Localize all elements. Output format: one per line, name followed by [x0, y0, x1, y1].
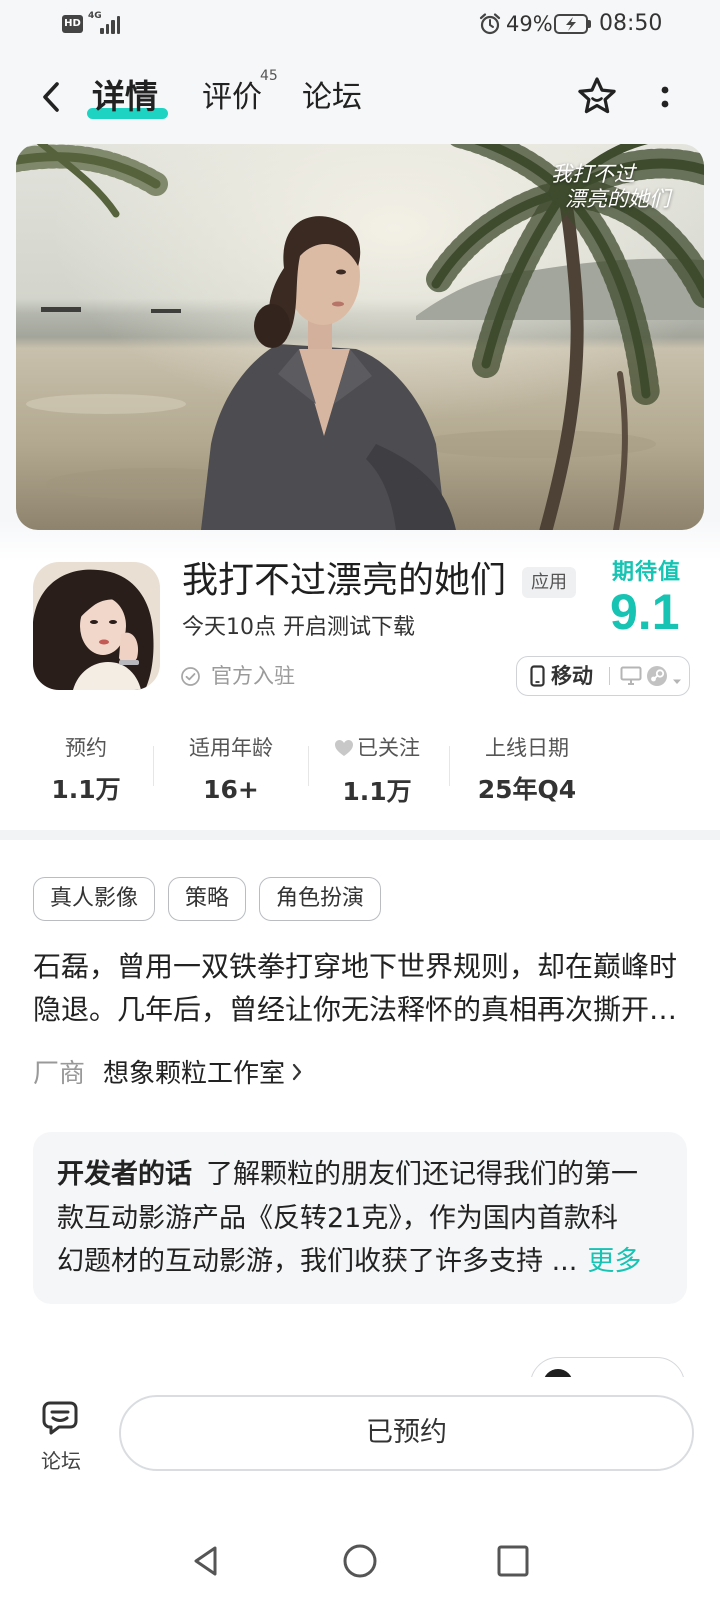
chat-bubble-icon[interactable]: [41, 1398, 81, 1438]
app-type-badge: 应用: [522, 567, 576, 598]
banner-image[interactable]: 我打不过 漂亮的她们: [16, 144, 704, 530]
logo-line-2: 漂亮的她们: [565, 187, 670, 211]
stat-age-rating[interactable]: 适用年龄 16+: [166, 734, 296, 806]
app-title: 我打不过漂亮的她们: [182, 560, 507, 601]
battery-nub: [588, 20, 591, 28]
stat-value: 1.1万: [51, 775, 121, 804]
reserved-button[interactable]: 已预约: [119, 1395, 694, 1471]
developer-note-line: 幻题材的互动影游，我们收获了许多支持 ... 更多: [57, 1240, 665, 1284]
steam-icon: [646, 665, 668, 691]
logo-line-1: 我打不过: [551, 162, 635, 186]
tab-details[interactable]: 详情: [92, 75, 158, 119]
phone-icon: [530, 665, 545, 691]
developer-note-line: 开发者的话 了解颗粒的朋友们还记得我们的第一: [57, 1153, 665, 1197]
desktop-icon: [620, 666, 642, 690]
stat-reservations: 预约 1.1万: [21, 734, 151, 806]
stat-release-date: 上线日期 25年Q4: [462, 734, 592, 806]
more-link[interactable]: 更多: [587, 1246, 641, 1277]
description-line: 隐退。几年后，曾经让你无法释怀的真相再次撕开…: [33, 993, 678, 1026]
battery-percent: 49%: [506, 12, 553, 36]
vendor-name[interactable]: 想象颗粒工作室: [103, 1054, 285, 1094]
platform-mobile-label: 移动: [551, 664, 593, 688]
more-vertical-icon[interactable]: [657, 80, 673, 114]
vendor-label: 厂商: [33, 1059, 86, 1089]
tag-item[interactable]: 角色扮演: [259, 877, 382, 921]
chevron-left-icon[interactable]: [38, 80, 66, 114]
developer-note-label: 开发者的话: [57, 1159, 192, 1190]
game-logo: 我打不过 漂亮的她们: [551, 162, 670, 212]
forum-label[interactable]: 论坛: [31, 1447, 91, 1475]
alarm-icon: [478, 12, 502, 36]
developer-note-text: 幻题材的互动影游，我们收获了许多支持 ...: [57, 1246, 578, 1277]
nav-back-icon[interactable]: [188, 1543, 224, 1579]
game-description[interactable]: 石磊，曾用一双铁拳打穿地下世界规则，却在巅峰时 隐退。几年后，曾经让你无法释怀的…: [33, 945, 703, 1031]
vendor-row[interactable]: 厂商 想象颗粒工作室: [33, 1054, 303, 1094]
battery-charging-icon: [554, 14, 588, 34]
stat-label: 适用年龄: [189, 736, 273, 760]
platform-selector[interactable]: 移动: [516, 656, 690, 696]
app-icon[interactable]: [33, 562, 160, 690]
nav-recents-icon[interactable]: [495, 1543, 531, 1579]
developer-note-text: 了解颗粒的朋友们还记得我们的第一: [206, 1159, 638, 1190]
expectation-score: 9.1: [610, 584, 680, 640]
stat-label: 预约: [65, 736, 107, 760]
stat-divider: [308, 746, 309, 786]
hd-voice-icon: HD: [62, 15, 83, 33]
platform-divider: [609, 667, 610, 685]
tab-reviews[interactable]: 评价: [202, 76, 262, 120]
star-icon[interactable]: [576, 75, 618, 117]
chevron-down-icon: [672, 671, 682, 690]
stat-divider: [449, 746, 450, 786]
signal-icon: [100, 14, 124, 34]
stat-label: 已关注: [357, 736, 420, 760]
section-separator: [0, 830, 720, 840]
stat-value: 1.1万: [342, 777, 412, 806]
stat-label: 上线日期: [485, 736, 569, 760]
clock: 08:50: [599, 11, 663, 36]
stat-value: 16+: [203, 775, 259, 804]
chevron-right-icon: [291, 1054, 303, 1094]
reviews-count-badge: 45: [260, 68, 278, 84]
tag-item[interactable]: 策略: [168, 877, 247, 921]
stat-value: 25年Q4: [477, 775, 577, 804]
check-circle-icon: [180, 666, 201, 687]
stat-label-row: 已关注: [312, 734, 442, 764]
tag-list: 真人影像 策略 角色扮演: [33, 877, 382, 921]
developer-note-card[interactable]: 开发者的话 了解颗粒的朋友们还记得我们的第一 款互动影游产品《反转21克》，作为国…: [33, 1132, 687, 1304]
description-line: 石磊，曾用一双铁拳打穿地下世界规则，却在巅峰时: [33, 950, 678, 983]
tab-forum[interactable]: 论坛: [302, 76, 362, 120]
official-label[interactable]: 官方入驻: [211, 662, 295, 690]
stat-divider: [153, 746, 154, 786]
stat-followers[interactable]: 已关注 1.1万: [312, 734, 442, 808]
nav-home-icon[interactable]: [342, 1543, 378, 1579]
heart-icon: [334, 736, 354, 764]
developer-note-line: 款互动影游产品《反转21克》，作为国内首款科: [57, 1202, 618, 1234]
tag-item[interactable]: 真人影像: [33, 877, 156, 921]
test-schedule-text: 今天10点 开启测试下载: [182, 615, 415, 640]
